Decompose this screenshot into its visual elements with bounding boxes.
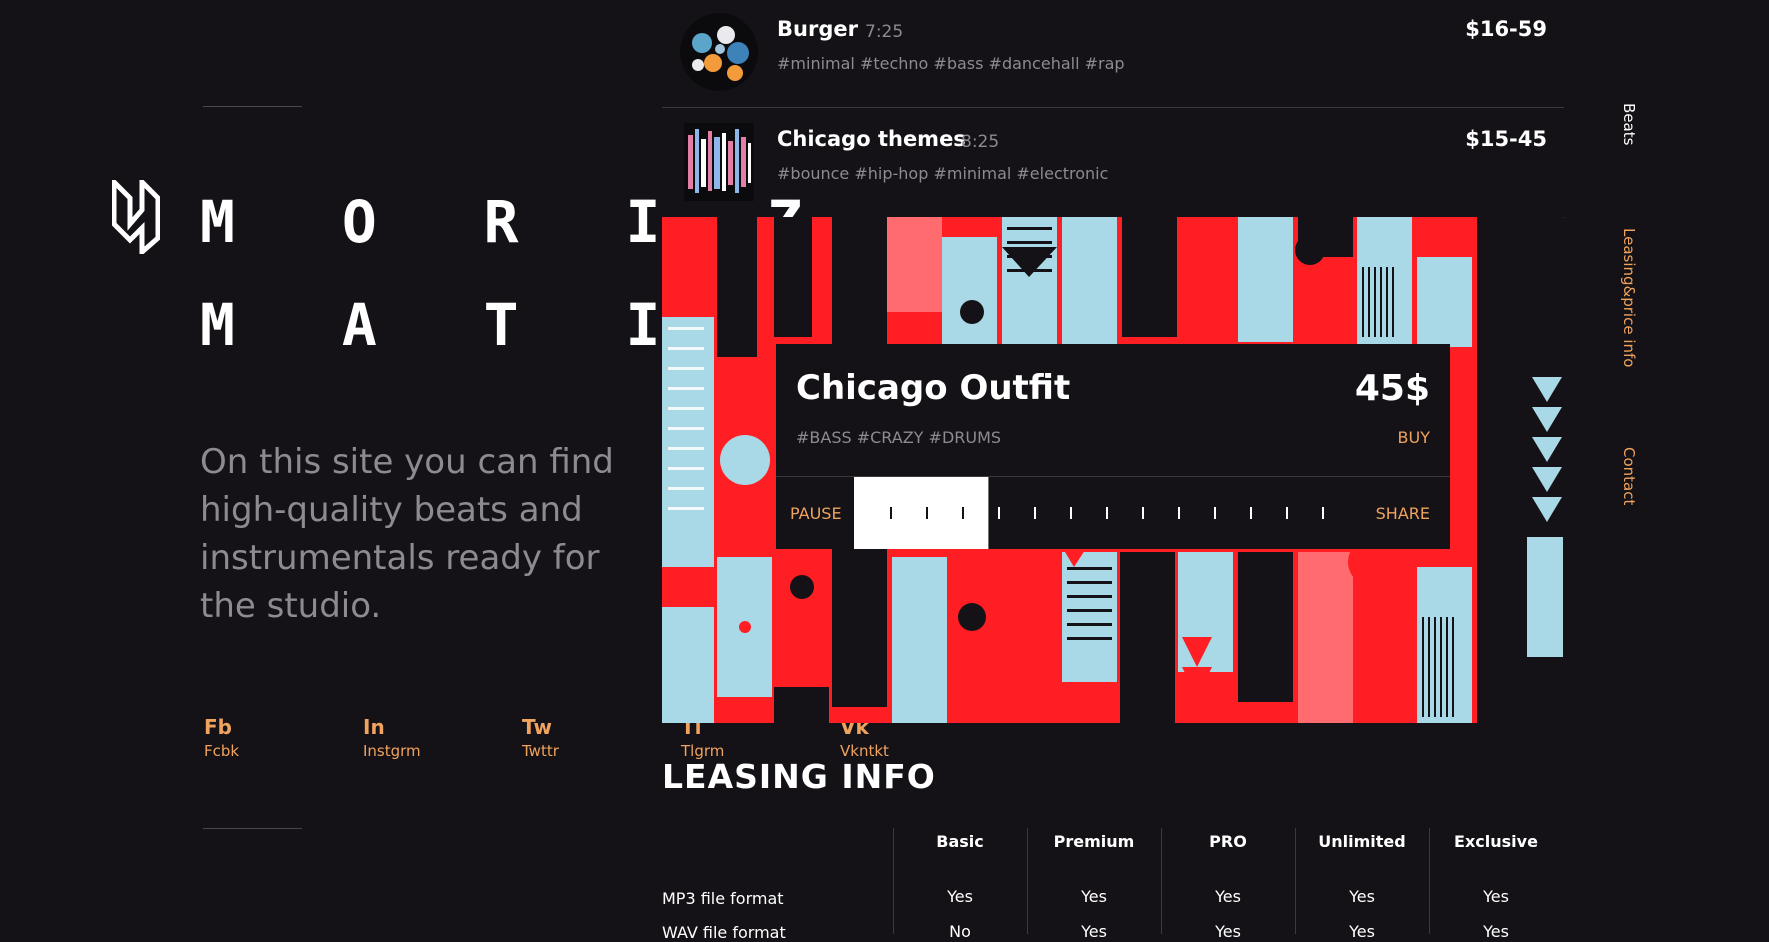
social-link-twitter[interactable]: Tw Twttr (522, 714, 681, 762)
track-tags: #bounce #hip-hop #minimal #electronic (777, 164, 1109, 183)
tagline: On this site you can find high-quality b… (200, 442, 614, 626)
table-cell: No (949, 922, 971, 941)
progress-tick (890, 507, 892, 519)
table-cell: Yes (1081, 922, 1107, 941)
track-duration: 7:25 (865, 22, 904, 42)
column-header-unlimited: Unlimited (1318, 832, 1406, 851)
table-cell: Yes (947, 887, 973, 906)
progress-tick (1286, 507, 1288, 519)
column-header-exclusive: Exclusive (1454, 832, 1538, 851)
player-title: Chicago Outfit (796, 368, 1071, 408)
table-cell: Yes (1081, 887, 1107, 906)
progress-tick (1322, 507, 1324, 519)
nav-contact[interactable]: Contact (1620, 447, 1638, 505)
progress-tick (1070, 507, 1072, 519)
player-price: 45$ (1354, 368, 1430, 409)
column-header-premium: Premium (1053, 832, 1135, 851)
table-cell: Yes (1483, 922, 1509, 941)
logo-icon (112, 180, 160, 254)
column-header-pro: PRO (1209, 832, 1247, 851)
progress-scrubber[interactable] (854, 477, 1334, 549)
column-header-basic: Basic (936, 832, 984, 851)
nav-beats[interactable]: Beats (1620, 103, 1638, 145)
social-link-facebook[interactable]: Fb Fcbk (204, 714, 363, 762)
social-name: Twttr (522, 742, 559, 760)
leasing-table: Basic Premium PRO Unlimited Exclusive MP… (662, 828, 1564, 942)
social-name: Fcbk (204, 742, 240, 760)
table-cell: Yes (1349, 922, 1375, 941)
buy-button[interactable]: BUY (1398, 428, 1430, 447)
track-duration: 8:25 (961, 132, 1000, 152)
track-tags: #minimal #techno #bass #dancehall #rap (777, 54, 1125, 73)
progress-tick (998, 507, 1000, 519)
divider-top (203, 106, 302, 107)
social-abbr: Tw (522, 715, 552, 739)
track-price: $16-59 (1465, 17, 1547, 41)
table-cell: Yes (1349, 887, 1375, 906)
progress-tick (1142, 507, 1144, 519)
track-price: $15-45 (1465, 127, 1547, 151)
progress-tick (1106, 507, 1108, 519)
leasing-info-title: LEASING INFO (662, 757, 936, 796)
social-name: Instgrm (363, 742, 421, 760)
progress-tick (1214, 507, 1216, 519)
audio-player: Chicago Outfit 45$ #BASS #CRAZY #DRUMS B… (776, 344, 1450, 549)
progress-tick (1250, 507, 1252, 519)
track-title: Burger (777, 17, 858, 41)
progress-tick (1178, 507, 1180, 519)
row-label: MP3 file format (662, 889, 784, 908)
table-cell: Yes (1483, 887, 1509, 906)
progress-tick (962, 507, 964, 519)
track-cover-image (680, 13, 758, 91)
nav-leasing-price-info[interactable]: Leasing&price info (1620, 228, 1638, 367)
social-link-instagram[interactable]: In Instgrm (363, 714, 522, 762)
track-row[interactable]: Chicago themes 8:25 #bounce #hip-hop #mi… (662, 107, 1564, 218)
track-title: Chicago themes (777, 127, 966, 151)
social-abbr: In (363, 715, 385, 739)
social-abbr: Fb (204, 715, 232, 739)
table-cell: Yes (1215, 887, 1241, 906)
divider-bottom (203, 828, 302, 829)
share-button[interactable]: SHARE (1376, 504, 1430, 523)
track-row[interactable]: Burger 7:25 #minimal #techno #bass #danc… (662, 0, 1564, 108)
player-tags: #BASS #CRAZY #DRUMS (796, 428, 1002, 447)
progress-fill (854, 477, 989, 549)
progress-tick (926, 507, 928, 519)
pause-button[interactable]: PAUSE (790, 504, 842, 523)
progress-tick (1034, 507, 1036, 519)
row-label: WAV file format (662, 923, 786, 942)
table-cell: Yes (1215, 922, 1241, 941)
track-cover-image (684, 123, 754, 201)
